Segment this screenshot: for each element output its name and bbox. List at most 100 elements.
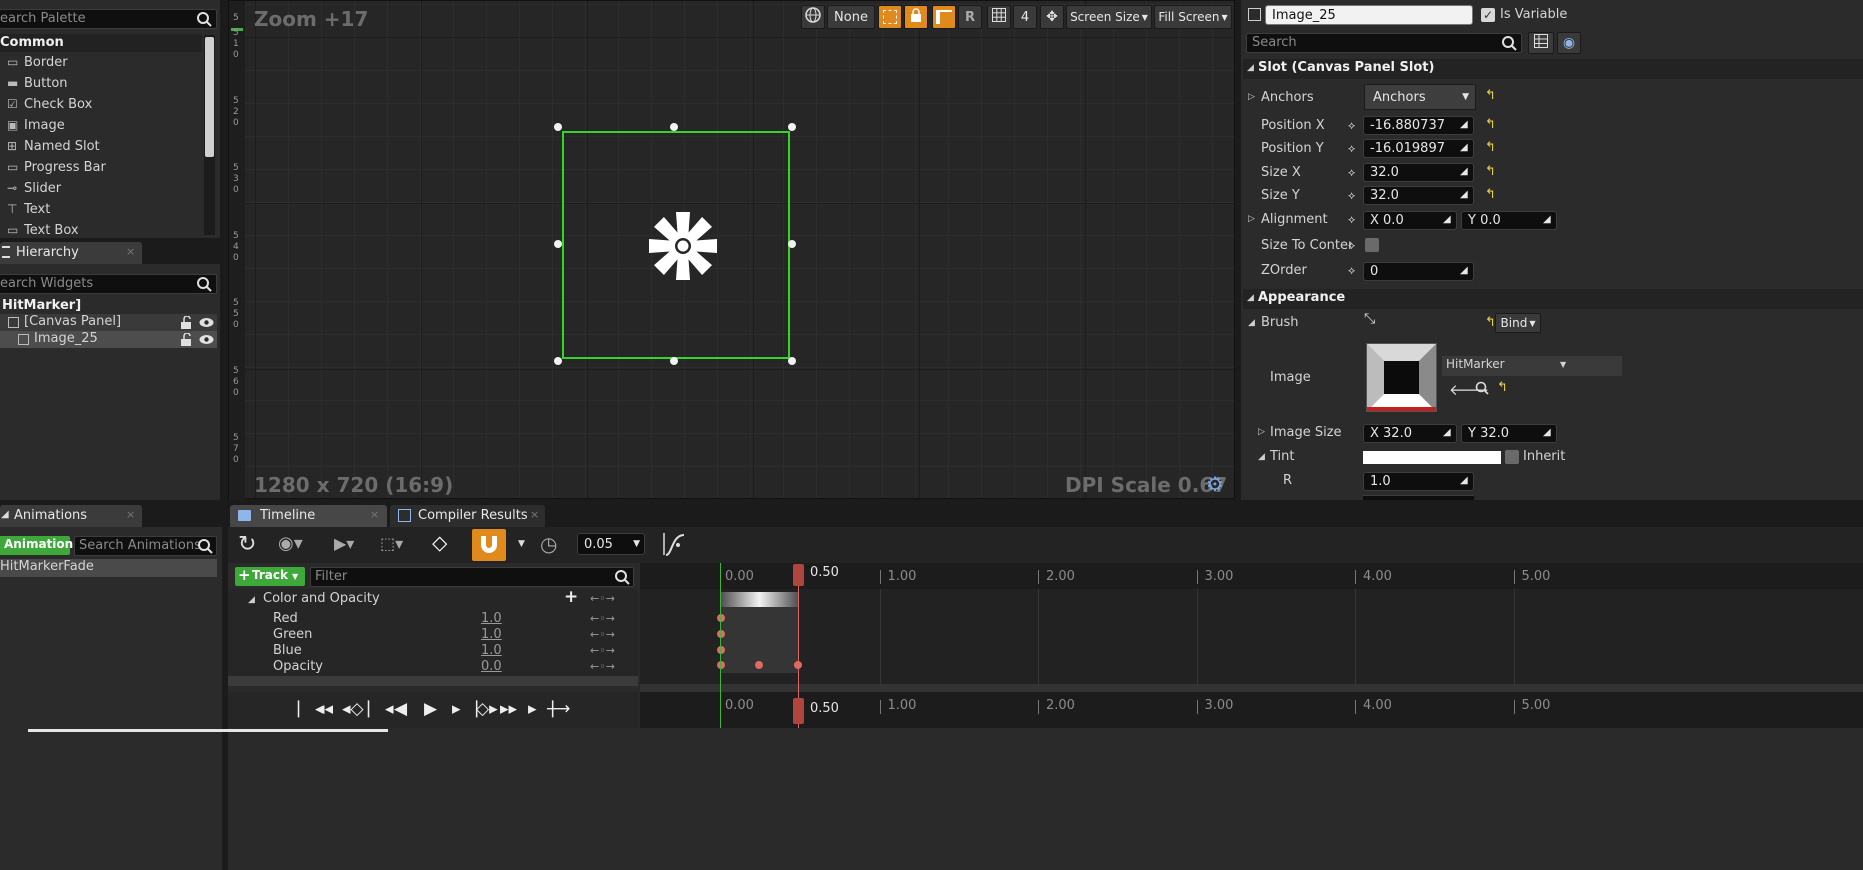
widget-name-input[interactable]: Image_25 — [1265, 5, 1473, 25]
search-icon[interactable] — [1501, 35, 1517, 55]
fill-screen-dropdown[interactable]: Fill Screen ▼ — [1154, 5, 1232, 29]
resize-handle[interactable] — [554, 123, 562, 131]
track-group-label[interactable]: Color and Opacity — [263, 591, 380, 606]
track-channel-green[interactable]: Green — [273, 627, 312, 642]
timeline-track-area[interactable] — [640, 589, 1863, 684]
tab-timeline[interactable]: Timeline × — [230, 505, 387, 527]
reset-arrow-icon[interactable]: ↰ — [1485, 88, 1496, 103]
loop-icon[interactable]: ↻ — [238, 532, 256, 557]
track-channel-value[interactable]: 0.0 — [481, 659, 502, 674]
expand-triangle-icon[interactable]: ▷ — [1248, 92, 1255, 102]
palette-item[interactable]: ⊤ Text — [0, 201, 202, 221]
eye-icon[interactable] — [199, 334, 214, 349]
inherit-checkbox[interactable] — [1505, 450, 1519, 464]
resize-handle[interactable] — [554, 357, 562, 365]
resize-handle[interactable] — [788, 357, 796, 365]
eye-icon[interactable] — [199, 317, 214, 332]
clock-icon[interactable]: ◷ — [540, 532, 557, 556]
eye-icon[interactable]: ◉▾ — [278, 533, 303, 554]
transform-keys-icon[interactable]: ⬦ — [432, 531, 447, 556]
palette-category-header[interactable]: Common — [0, 34, 202, 52]
palette-item[interactable]: ▭ Border — [0, 54, 202, 74]
animation-search-input[interactable]: Search Animations — [74, 536, 217, 556]
palette-item[interactable]: ▬ Button — [0, 75, 202, 95]
key-navigation-icon[interactable]: ←◦→ — [590, 644, 615, 657]
palette-scrollbar-thumb[interactable] — [205, 37, 214, 157]
screen-size-dropdown[interactable]: Screen Size ▼ — [1066, 5, 1152, 29]
none-dropdown[interactable]: None — [827, 5, 875, 29]
reset-arrow-icon[interactable]: ↰ — [1485, 117, 1496, 132]
keyframe-blue[interactable] — [717, 646, 725, 654]
grid-snap-button[interactable] — [987, 5, 1011, 29]
image-asset-dropdown[interactable]: HitMarker ▼ — [1442, 356, 1622, 376]
search-icon[interactable] — [197, 538, 213, 558]
resize-handle[interactable] — [788, 123, 796, 131]
browse-search-icon[interactable] — [1475, 381, 1489, 399]
track-channel-value[interactable]: 1.0 — [481, 627, 502, 642]
track-channel-red[interactable]: Red — [273, 611, 298, 626]
search-icon[interactable] — [196, 276, 212, 296]
image-thumbnail[interactable] — [1366, 343, 1437, 412]
resize-handle[interactable] — [788, 240, 796, 248]
palette-scrollbar[interactable] — [204, 35, 215, 235]
palette-item[interactable]: ⊞ Named Slot — [0, 138, 202, 158]
zorder-field[interactable]: 0 ◢ — [1363, 262, 1474, 281]
hierarchy-node-canvas-panel[interactable]: [Canvas Panel] — [0, 314, 217, 331]
keyframe-icon[interactable]: ⟡ — [1348, 213, 1355, 227]
visibility-eye-button[interactable]: ◉ — [1557, 32, 1581, 54]
close-icon[interactable]: × — [530, 508, 539, 521]
track-channel-value[interactable]: 1.0 — [481, 611, 502, 626]
tab-animations[interactable]: ◢ Animations × — [0, 505, 142, 527]
position-y-field[interactable]: -16.019897 ◢ — [1363, 139, 1474, 158]
keyframe-opacity-mid[interactable] — [755, 661, 763, 669]
key-navigation-icon[interactable]: ←◦→ — [590, 628, 615, 641]
track-channel-blue[interactable]: Blue — [273, 643, 302, 658]
layout-mode-button[interactable] — [932, 5, 956, 29]
keyframe-red[interactable] — [717, 614, 725, 622]
image-size-x-field[interactable]: X 32.0 ◢ — [1363, 424, 1457, 443]
chevron-down-icon[interactable]: ▼ — [518, 539, 525, 549]
hierarchy-search-input[interactable]: earch Widgets — [0, 274, 217, 294]
palette-item[interactable]: ▭ Progress Bar — [0, 159, 202, 179]
time-step-field[interactable]: 0.05 ▼ — [577, 533, 645, 555]
grid-size-dropdown[interactable]: 4 — [1013, 5, 1037, 29]
tab-compiler-results[interactable]: Compiler Results × — [390, 505, 545, 527]
next-key-icon[interactable]: ◇▸ — [476, 699, 498, 719]
palette-item[interactable]: ▣ Image — [0, 117, 202, 137]
track-channel-value[interactable]: 1.0 — [481, 643, 502, 658]
previous-frame-icon[interactable]: ◂◂ — [316, 699, 333, 719]
tint-r-field[interactable]: 1.0 ◢ — [1363, 472, 1474, 491]
resize-handle[interactable] — [670, 357, 678, 365]
details-search-input[interactable]: Search — [1246, 33, 1522, 53]
collapse-triangle-icon[interactable]: ◢ — [248, 595, 255, 605]
resize-handle[interactable] — [554, 240, 562, 248]
collapse-triangle-icon[interactable]: ◢ — [1258, 452, 1265, 462]
close-icon[interactable]: × — [370, 508, 379, 521]
playhead-handle-bottom[interactable] — [793, 698, 804, 724]
property-matrix-button[interactable] — [1528, 32, 1554, 54]
loop-toggle-icon[interactable]: ⟶ — [546, 699, 570, 719]
add-track-button[interactable]: + Track ▼ — [235, 566, 305, 586]
world-button[interactable] — [801, 5, 825, 29]
keyframe-green[interactable] — [717, 630, 725, 638]
next-frame-icon[interactable]: ▸▸ — [500, 699, 517, 719]
close-icon[interactable]: × — [126, 508, 135, 521]
track-filter-input[interactable]: Filter — [310, 567, 634, 587]
step-back-icon[interactable]: ⎸◂ — [368, 699, 394, 719]
curve-editor-icon[interactable] — [662, 531, 688, 561]
keyframe-icon[interactable]: ⟡ — [1348, 239, 1355, 253]
play-reverse-icon[interactable]: ◀ — [394, 699, 407, 719]
size-x-field[interactable]: 32.0 ◢ — [1363, 163, 1474, 182]
key-navigation-icon[interactable]: ←◦→ — [590, 612, 615, 625]
palette-item[interactable]: ⊸ Slider — [0, 180, 202, 200]
position-x-field[interactable]: -16.880737 ◢ — [1363, 116, 1474, 135]
resize-handle[interactable] — [670, 123, 678, 131]
reset-arrow-icon[interactable]: ↰ — [1485, 187, 1496, 202]
play-icon[interactable]: ▶ — [424, 699, 437, 719]
add-key-plus-icon[interactable]: + — [564, 587, 578, 607]
expand-triangle-icon[interactable]: ▷ — [1248, 214, 1255, 224]
reset-arrow-icon[interactable]: ↰ — [1485, 164, 1496, 179]
anchors-dropdown[interactable]: Anchors ▼ — [1364, 84, 1476, 110]
reset-arrow-icon[interactable]: ↰ — [1497, 380, 1508, 395]
slot-section-header[interactable]: ◢ Slot (Canvas Panel Slot) — [1243, 59, 1863, 79]
